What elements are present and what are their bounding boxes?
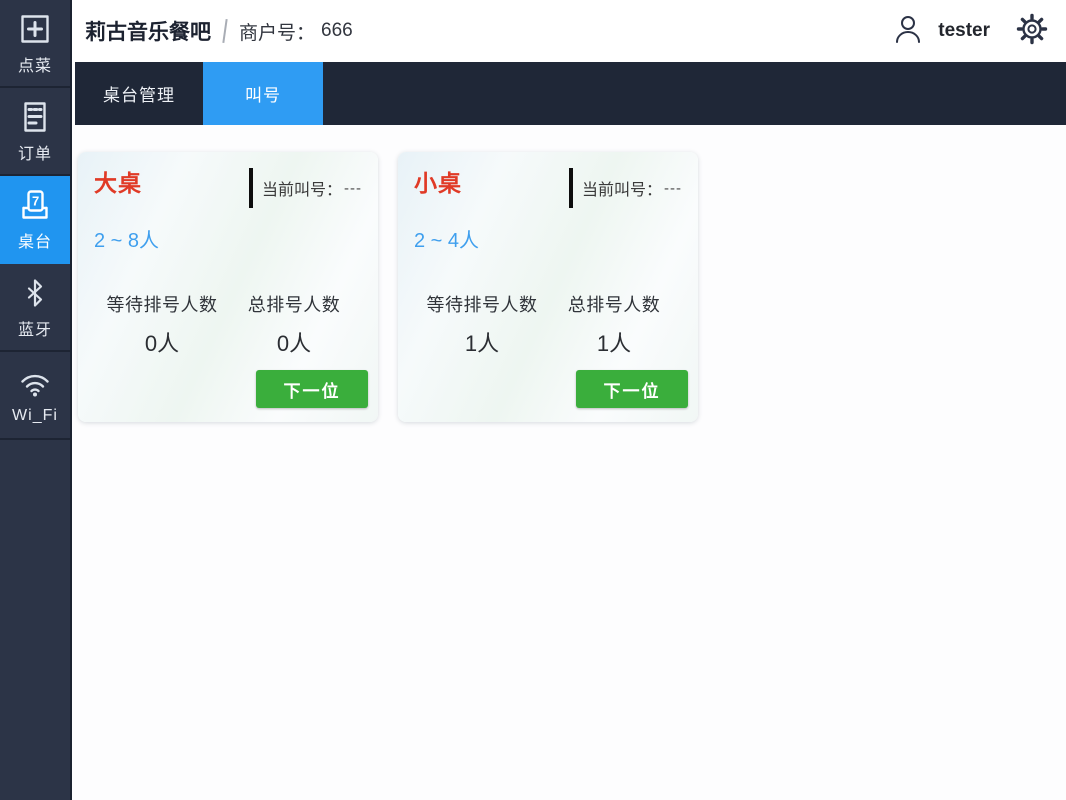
total-value: 0人 <box>228 326 360 358</box>
settings-button[interactable] <box>1016 13 1048 50</box>
receipt-icon <box>17 99 53 135</box>
merchant-number: 666 <box>321 20 353 42</box>
merchant-label: 商户号： <box>239 18 315 45</box>
sidebar-item-label: 蓝牙 <box>18 316 52 340</box>
queue-card-large-table: 大桌 当前叫号： --- 2 ~ 8人 等待排号人数 0人 总排号人数 0人 下… <box>78 152 378 422</box>
tab-call-number[interactable]: 叫号 <box>203 62 323 125</box>
title-divider <box>222 19 227 43</box>
total-stat: 总排号人数 0人 <box>228 291 360 358</box>
sidebar-item-label: 点菜 <box>18 52 52 76</box>
page-title: 莉古音乐餐吧 <box>85 16 211 46</box>
table-capacity: 2 ~ 8人 <box>94 224 362 253</box>
table-tray-icon: 7 <box>17 187 53 223</box>
next-customer-button[interactable]: 下一位 <box>256 370 368 408</box>
table-capacity: 2 ~ 4人 <box>414 224 682 253</box>
current-call-label: 当前叫号： <box>262 176 342 200</box>
sidebar: 点菜 订单 7 桌台 <box>0 0 72 800</box>
waiting-label: 等待排号人数 <box>96 291 228 317</box>
user-icon <box>892 12 924 51</box>
call-divider-bar <box>569 168 573 208</box>
sidebar-item-label: Wi_Fi <box>12 407 58 425</box>
tab-table-management[interactable]: 桌台管理 <box>75 62 203 125</box>
sidebar-item-order[interactable]: 点菜 <box>0 0 70 88</box>
total-stat: 总排号人数 1人 <box>548 291 680 358</box>
waiting-value: 0人 <box>96 326 228 358</box>
table-name: 小桌 <box>414 170 462 196</box>
sidebar-item-bluetooth[interactable]: 蓝牙 <box>0 264 70 352</box>
username: tester <box>938 20 990 42</box>
tabbar: 桌台管理 叫号 <box>75 62 1066 125</box>
header: 莉古音乐餐吧 商户号： 666 tester <box>72 0 1066 62</box>
total-label: 总排号人数 <box>548 291 680 317</box>
table-name: 大桌 <box>94 170 142 196</box>
gear-icon <box>1016 13 1048 50</box>
bluetooth-icon <box>17 275 53 311</box>
sidebar-item-orders[interactable]: 订单 <box>0 88 70 176</box>
total-value: 1人 <box>548 326 680 358</box>
sidebar-item-wifi[interactable]: Wi_Fi <box>0 352 70 440</box>
current-call-value: --- <box>664 180 682 197</box>
table-count-badge: 7 <box>32 193 39 208</box>
sidebar-item-label: 桌台 <box>18 228 52 252</box>
sidebar-item-label: 订单 <box>18 140 52 164</box>
call-divider-bar <box>249 168 253 208</box>
current-call-label: 当前叫号： <box>582 176 662 200</box>
current-call-value: --- <box>344 180 362 197</box>
main-content: 大桌 当前叫号： --- 2 ~ 8人 等待排号人数 0人 总排号人数 0人 下… <box>72 125 1066 800</box>
waiting-label: 等待排号人数 <box>416 291 548 317</box>
queue-cards-row: 大桌 当前叫号： --- 2 ~ 8人 等待排号人数 0人 总排号人数 0人 下… <box>72 125 1066 422</box>
current-call: 当前叫号： --- <box>569 168 682 208</box>
order-plus-icon <box>17 11 53 47</box>
waiting-stat: 等待排号人数 0人 <box>96 291 228 358</box>
queue-card-small-table: 小桌 当前叫号： --- 2 ~ 4人 等待排号人数 1人 总排号人数 1人 下… <box>398 152 698 422</box>
current-call: 当前叫号： --- <box>249 168 362 208</box>
next-customer-button[interactable]: 下一位 <box>576 370 688 408</box>
waiting-value: 1人 <box>416 326 548 358</box>
sidebar-item-tables[interactable]: 7 桌台 <box>0 176 70 264</box>
total-label: 总排号人数 <box>228 291 360 317</box>
wifi-icon <box>17 366 53 402</box>
waiting-stat: 等待排号人数 1人 <box>416 291 548 358</box>
